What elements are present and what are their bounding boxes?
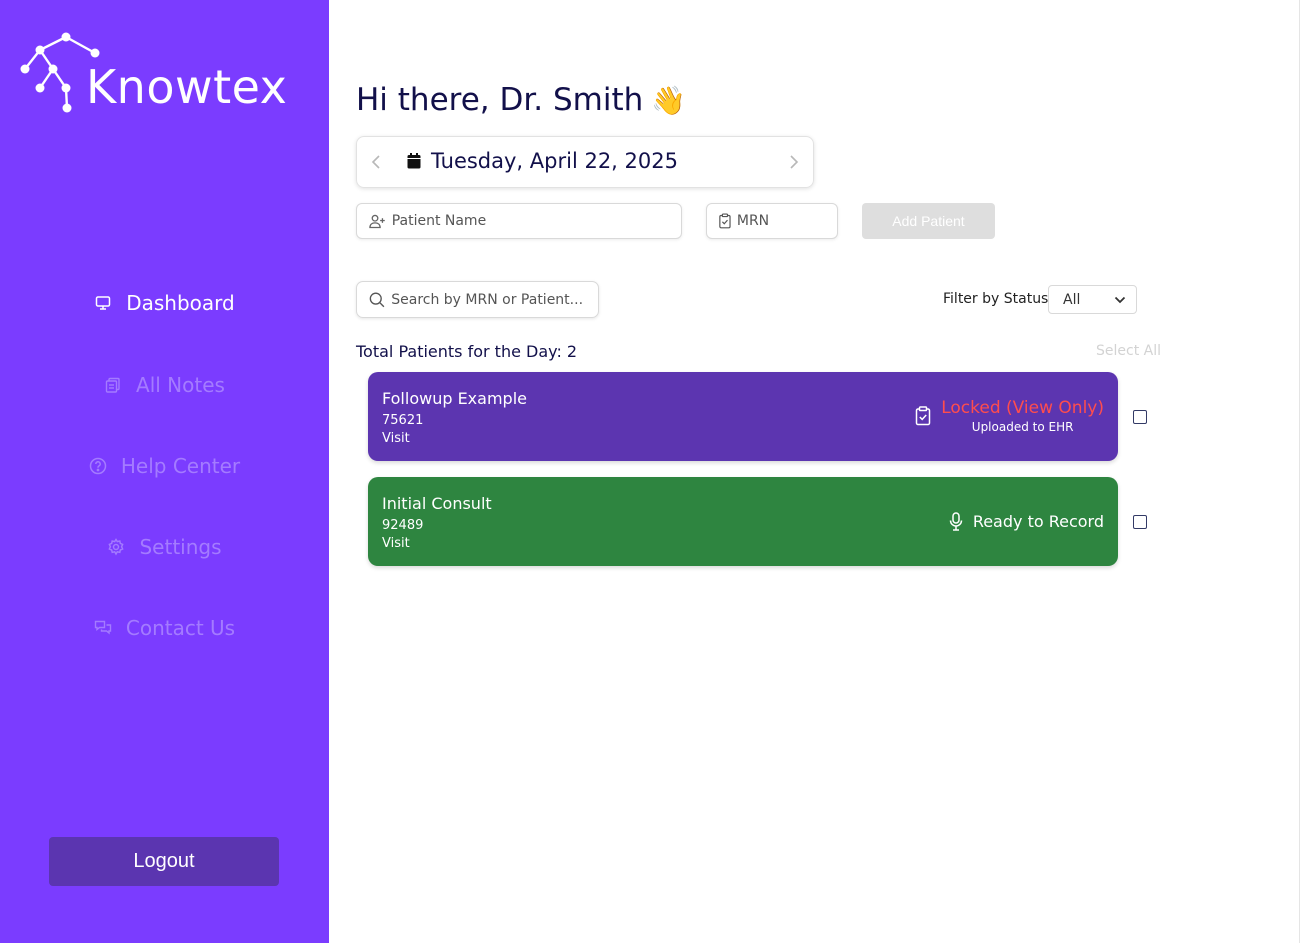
previous-day-button[interactable] — [365, 151, 387, 173]
status-filter-select[interactable]: All — [1048, 285, 1137, 314]
sidebar-item-label: Settings — [139, 535, 222, 559]
help-icon — [89, 457, 107, 475]
chevron-right-icon — [790, 155, 799, 169]
status-text: Locked (View Only) — [941, 398, 1104, 418]
sidebar-item-label: Help Center — [120, 454, 241, 478]
patient-card[interactable]: Initial Consult 92489 Visit Ready to Rec… — [368, 477, 1118, 566]
page-title: Hi there, Dr. Smith 👋 — [356, 82, 686, 118]
sidebar-item-label: Dashboard — [126, 291, 235, 315]
sidebar-item-label: All Notes — [136, 373, 225, 397]
gear-icon — [107, 538, 125, 556]
chevron-down-icon — [1114, 296, 1126, 303]
chevron-left-icon — [371, 155, 380, 169]
clipboard-check-icon — [719, 213, 731, 229]
logout-button[interactable]: Logout — [49, 837, 279, 886]
patient-status: Ready to Record — [949, 512, 1104, 531]
patient-select-checkbox[interactable] — [1133, 515, 1147, 529]
sidebar-item-label: Contact Us — [125, 616, 236, 640]
microphone-icon — [949, 512, 963, 531]
search-icon — [369, 292, 385, 307]
current-date: Tuesday, April 22, 2025 — [431, 149, 678, 173]
next-day-button[interactable] — [783, 151, 805, 173]
patient-mrn: 92489 — [382, 518, 424, 533]
status-text: Ready to Record — [972, 512, 1104, 531]
patient-select-checkbox[interactable] — [1133, 410, 1147, 424]
notes-icon — [104, 376, 122, 394]
date-navigator: Tuesday, April 22, 2025 — [356, 136, 814, 188]
patient-status: Locked (View Only) Uploaded to EHR — [915, 398, 1104, 434]
total-patients-count: Total Patients for the Day: 2 — [356, 342, 578, 361]
sidebar-item-all-notes[interactable]: All Notes — [0, 363, 329, 407]
filter-status-label: Filter by Status — [943, 291, 1049, 307]
patient-name: Followup Example — [382, 389, 527, 408]
status-subtext: Uploaded to EHR — [971, 420, 1074, 434]
chat-icon — [94, 619, 112, 637]
patient-card[interactable]: Followup Example 75621 Visit Locked (Vie… — [368, 372, 1118, 461]
search-field[interactable] — [356, 281, 599, 318]
calendar-icon — [407, 153, 421, 169]
greeting-text: Hi there, Dr. Smith — [356, 82, 644, 118]
add-patient-button[interactable]: Add Patient — [862, 203, 995, 239]
sidebar: Knowtex Dashboard All Notes Help Center … — [0, 0, 329, 943]
main-content: Hi there, Dr. Smith 👋 Tuesday, April 22,… — [329, 0, 1300, 943]
monitor-icon — [94, 294, 112, 312]
brand-name: Knowtex — [86, 60, 288, 114]
add-user-icon — [369, 214, 385, 229]
sidebar-item-settings[interactable]: Settings — [0, 525, 329, 569]
mrn-field[interactable] — [706, 203, 838, 239]
patient-name: Initial Consult — [382, 494, 492, 513]
sidebar-item-dashboard[interactable]: Dashboard — [0, 281, 329, 325]
wave-emoji-icon: 👋 — [651, 83, 687, 117]
visit-type: Visit — [382, 431, 410, 446]
patient-mrn: 75621 — [382, 413, 424, 428]
date-display[interactable]: Tuesday, April 22, 2025 — [407, 149, 678, 173]
select-all-link[interactable]: Select All — [1096, 343, 1161, 359]
patient-name-field[interactable] — [356, 203, 682, 239]
search-input[interactable] — [391, 291, 598, 308]
visit-type: Visit — [382, 536, 410, 551]
sidebar-item-contact-us[interactable]: Contact Us — [0, 606, 329, 650]
brand-logo[interactable]: Knowtex — [20, 30, 320, 120]
clipboard-check-icon — [915, 406, 931, 426]
selected-status: All — [1063, 291, 1081, 308]
patient-name-input[interactable] — [391, 213, 681, 229]
sidebar-item-help-center[interactable]: Help Center — [0, 444, 329, 488]
mrn-input[interactable] — [736, 213, 837, 229]
